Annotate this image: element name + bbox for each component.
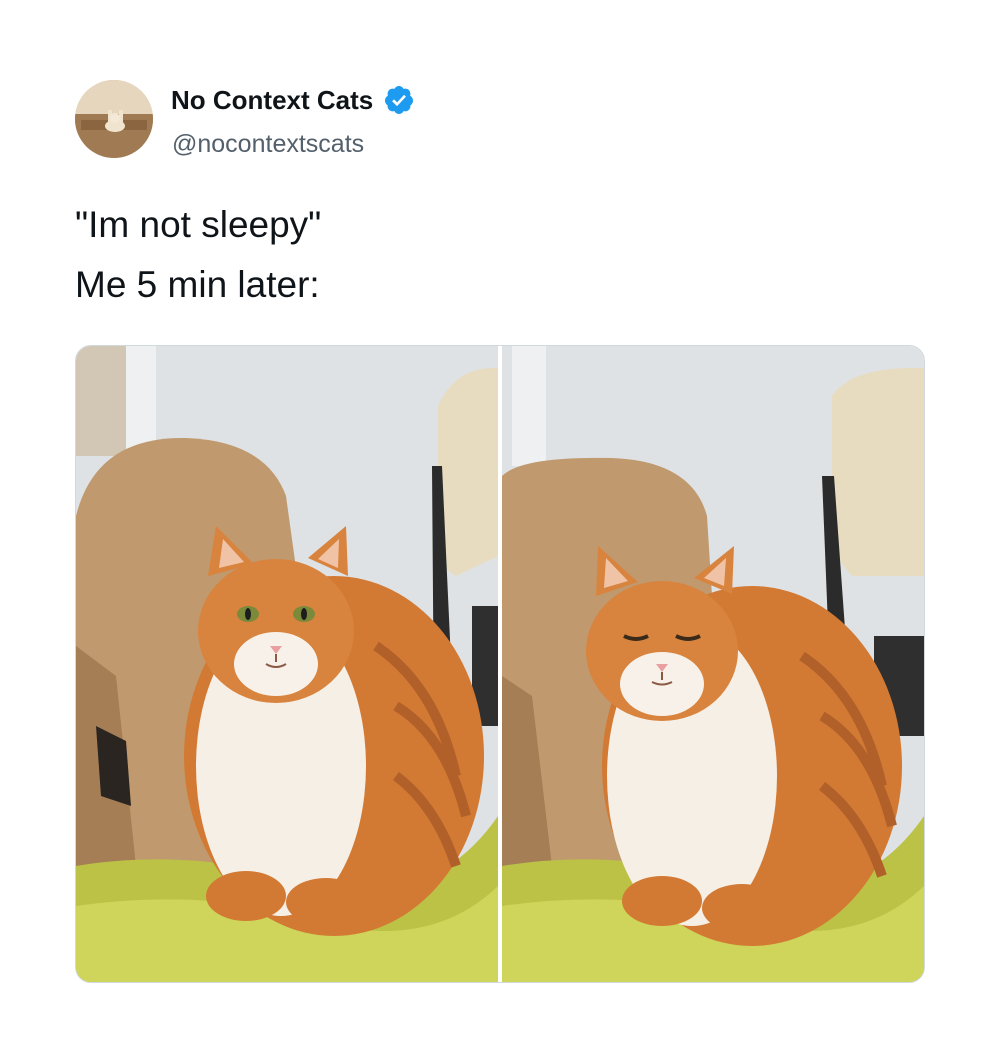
tweet-media: [75, 345, 925, 983]
author-handle[interactable]: @nocontextscats: [172, 130, 364, 159]
tweet-text: "Im not sleepy" Me 5 min later:: [75, 195, 321, 315]
avatar[interactable]: [75, 80, 153, 158]
author-name-row: No Context Cats: [171, 84, 415, 116]
photo-awake-cat[interactable]: [76, 346, 498, 982]
author-display-name[interactable]: No Context Cats: [171, 85, 373, 116]
tweet-text-line: "Im not sleepy": [75, 204, 322, 245]
tweet-card: No Context Cats @nocontextscats "Im not …: [0, 0, 996, 1056]
orange-cat-sleepy-photo-icon: [502, 346, 924, 982]
verified-badge-icon: [383, 84, 415, 116]
photo-sleepy-cat[interactable]: [502, 346, 924, 982]
orange-cat-awake-photo-icon: [76, 346, 498, 982]
cat-avatar-icon: [75, 80, 153, 158]
tweet-text-line: Me 5 min later:: [75, 264, 320, 305]
